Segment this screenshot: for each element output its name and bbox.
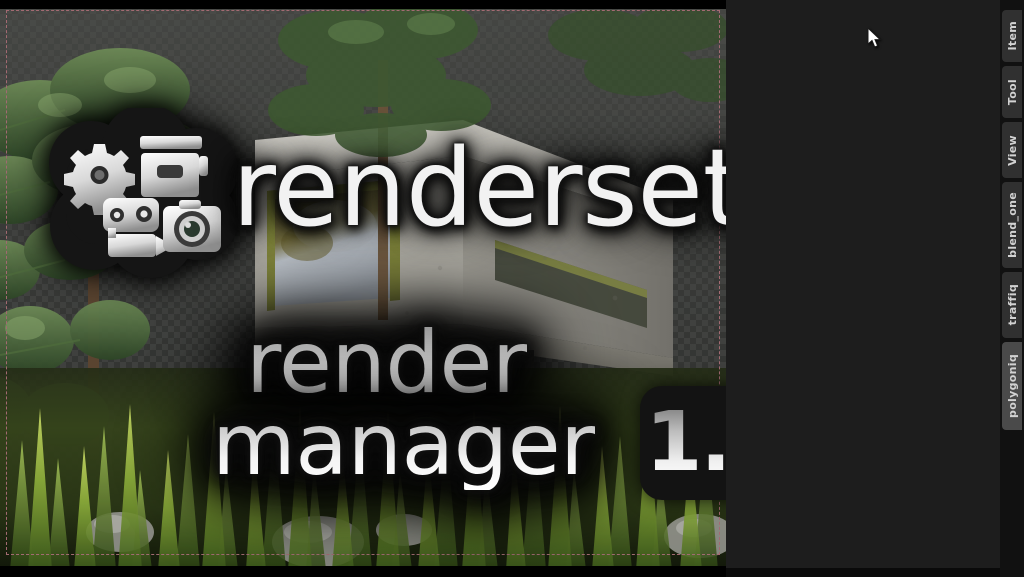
app-root: renderset render manager 1.6 renderset :… (0, 0, 1024, 577)
panel-bottom-fill (726, 568, 1024, 577)
tab-label: Item (1005, 21, 1019, 51)
tab-label: traffiq (1005, 284, 1019, 326)
viewport-top-bar (0, 0, 726, 9)
properties-sidebar: renderset :::: + − ▲ ▼ House_Close_Cloud… (726, 0, 1004, 577)
mouse-cursor (868, 28, 884, 50)
tab-view[interactable]: View (1002, 122, 1022, 178)
tab-label: blend_one (1005, 192, 1019, 258)
tab-item[interactable]: Item (1002, 10, 1022, 62)
tab-label: polygoniq (1005, 354, 1019, 418)
tab-label: Tool (1005, 78, 1019, 106)
3d-viewport[interactable]: renderset render manager 1.6 (0, 0, 726, 577)
tab-tool[interactable]: Tool (1002, 66, 1022, 118)
tab-polygoniq[interactable]: polygoniq (1002, 342, 1022, 430)
tab-traffiq[interactable]: traffiq (1002, 272, 1022, 338)
render-tree-right (540, 10, 726, 270)
sidebar-tab-strip: Item Tool View blend_one traffiq polygon… (1000, 0, 1024, 577)
tab-label: View (1005, 134, 1019, 166)
render-grass (0, 400, 726, 570)
viewport-bottom-bar (0, 566, 726, 577)
tab-blend-one[interactable]: blend_one (1002, 182, 1022, 268)
render-tree-mid (236, 0, 536, 330)
